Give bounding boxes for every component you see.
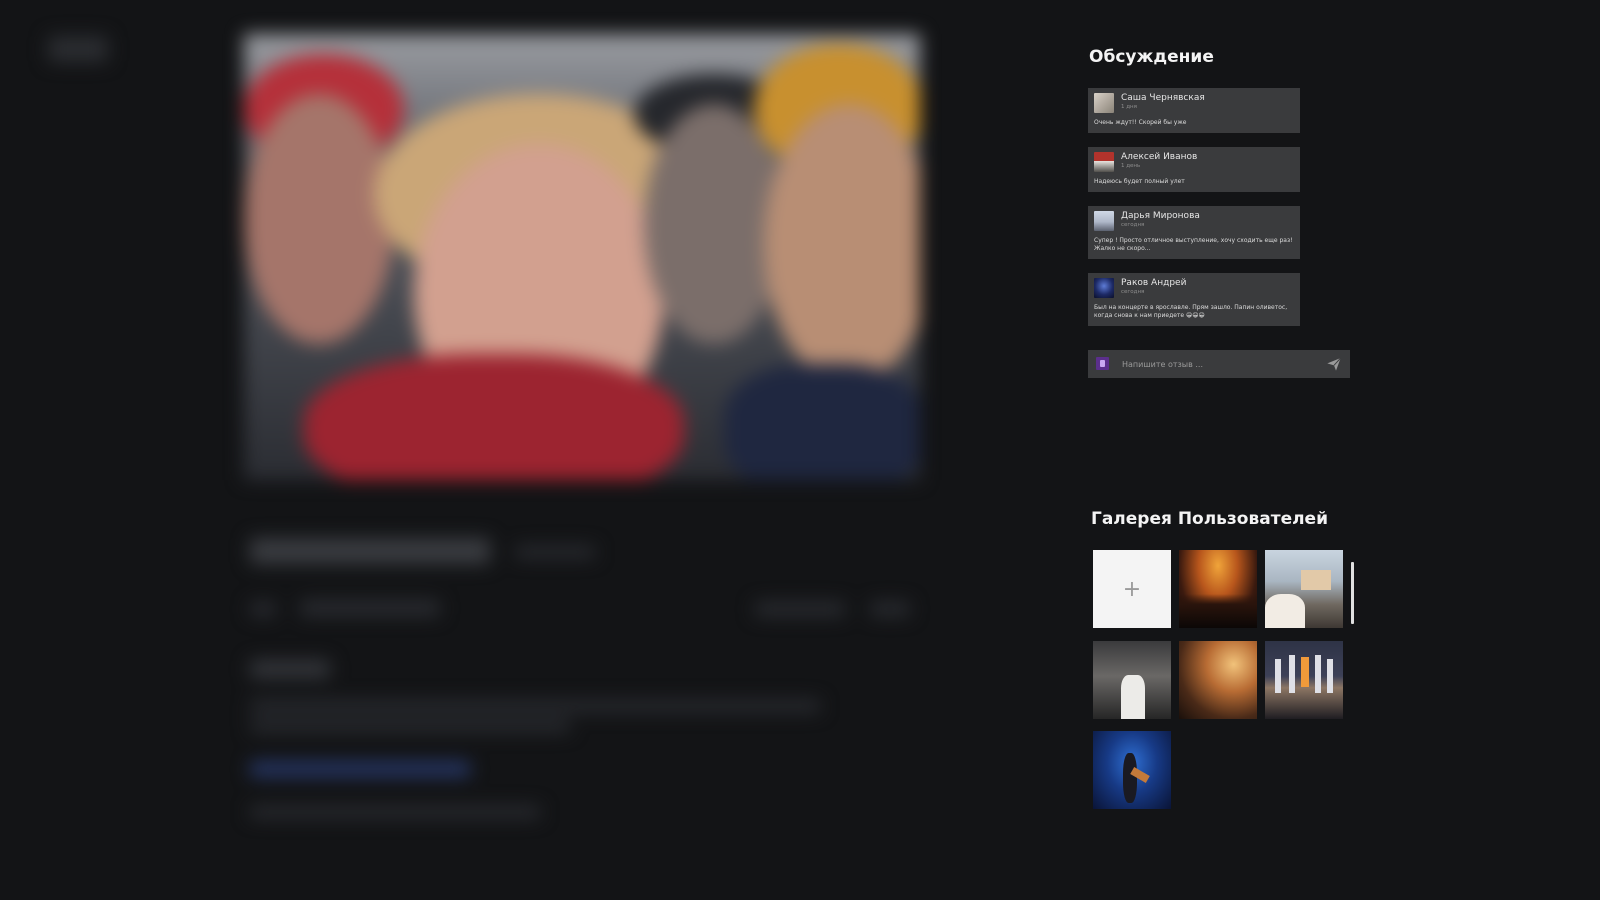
comment-author[interactable]: Дарья Миронова: [1121, 211, 1200, 221]
gallery-photo[interactable]: [1093, 641, 1171, 719]
comment-time: сегодня: [1121, 222, 1145, 228]
avatar[interactable]: [1094, 278, 1114, 298]
discussion-title: Обсуждение: [1089, 47, 1214, 67]
add-photo-button[interactable]: +: [1093, 550, 1171, 628]
comment-card: Дарья Миронова сегодня Супер ! Просто от…: [1088, 206, 1300, 259]
gallery-photo[interactable]: [1179, 550, 1257, 628]
comment-card: Раков Андрей сегодня Был на концерте в я…: [1088, 273, 1300, 326]
comment-author[interactable]: Раков Андрей: [1121, 278, 1186, 288]
avatar[interactable]: [1094, 211, 1114, 231]
comment-text: Был на концерте в ярославле. Прям зашло.…: [1094, 304, 1288, 319]
gallery-scrollbar[interactable]: [1351, 562, 1354, 624]
comment-text: Очень ждут!! Скорей бы уже: [1094, 119, 1187, 126]
plus-icon: +: [1122, 576, 1142, 602]
gallery-photo[interactable]: [1265, 550, 1343, 628]
review-input[interactable]: [1122, 356, 1318, 372]
logo: [48, 36, 108, 62]
gallery-photo[interactable]: [1093, 731, 1171, 809]
comment-card: Саша Чернявская 1 дня Очень ждут!! Скоре…: [1088, 88, 1300, 133]
comment-card: Алексей Иванов 1 день Надеюсь будет полн…: [1088, 147, 1300, 192]
comment-text: Надеюсь будет полный улет: [1094, 178, 1185, 185]
comment-author[interactable]: Саша Чернявская: [1121, 93, 1205, 103]
gallery-photo[interactable]: [1179, 641, 1257, 719]
comment-time: сегодня: [1121, 289, 1145, 295]
comment-author[interactable]: Алексей Иванов: [1121, 152, 1197, 162]
user-avatar: [1096, 357, 1109, 370]
gallery-title: Галерея Пользователей: [1091, 509, 1328, 529]
comment-time: 1 дня: [1121, 104, 1137, 110]
send-icon[interactable]: [1326, 356, 1342, 372]
avatar[interactable]: [1094, 152, 1114, 172]
gallery-photo[interactable]: [1265, 641, 1343, 719]
comment-text: Супер ! Просто отличное выступление, хоч…: [1094, 237, 1293, 252]
event-hero-photo: [244, 34, 920, 480]
comment-time: 1 день: [1121, 163, 1141, 169]
blurred-event-background: [0, 0, 1000, 900]
avatar[interactable]: [1094, 93, 1114, 113]
review-bar: [1088, 350, 1350, 378]
